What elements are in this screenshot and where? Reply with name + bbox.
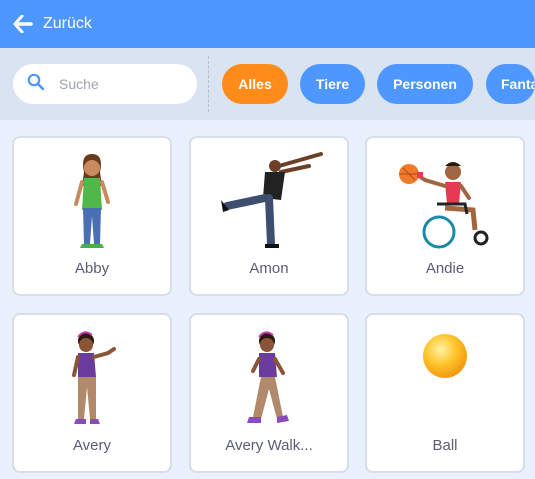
girl-sprite-icon bbox=[72, 331, 116, 424]
library-header: Zurück bbox=[0, 0, 535, 48]
tag-personen[interactable]: Personen bbox=[377, 64, 473, 104]
sprite-card-ball[interactable]: Ball bbox=[365, 313, 525, 473]
tag-alles[interactable]: Alles bbox=[222, 64, 288, 104]
sprite-card-andie[interactable]: Andie bbox=[365, 136, 525, 296]
girl-sprite-icon bbox=[74, 154, 110, 248]
dancer-sprite-icon bbox=[221, 152, 323, 248]
sprite-name: Abby bbox=[74, 260, 110, 277]
ball-sprite-icon bbox=[423, 334, 467, 378]
sprite-name: Amon bbox=[249, 260, 289, 277]
sprite-name: Andie bbox=[425, 260, 465, 277]
sprite-thumbnail bbox=[14, 146, 170, 258]
search-box[interactable] bbox=[13, 64, 197, 104]
tag-fantasie[interactable]: Fantasie bbox=[486, 64, 535, 104]
filter-divider bbox=[208, 56, 209, 112]
sprite-thumbnail bbox=[367, 323, 523, 435]
sprite-thumbnail bbox=[191, 323, 347, 435]
sprite-card-amon[interactable]: Amon bbox=[189, 136, 349, 296]
sprite-card-avery-walking[interactable]: Avery Walk... bbox=[189, 313, 349, 473]
sprite-grid: Abby Amon Andie Avery Avery Walk... Ball bbox=[0, 120, 535, 479]
sprite-thumbnail bbox=[191, 146, 347, 258]
wheelchair-player-sprite-icon bbox=[399, 162, 489, 249]
sprite-thumbnail bbox=[14, 323, 170, 435]
sprite-card-abby[interactable]: Abby bbox=[12, 136, 172, 296]
search-input[interactable] bbox=[59, 76, 179, 92]
sprite-name: Ball bbox=[432, 437, 458, 454]
sprite-name: Avery Walk... bbox=[225, 437, 313, 454]
back-button[interactable]: Zurück bbox=[13, 15, 92, 33]
tag-tiere[interactable]: Tiere bbox=[300, 64, 365, 104]
walking-girl-sprite-icon bbox=[247, 331, 289, 423]
sprite-name: Avery bbox=[72, 437, 112, 454]
back-label: Zurück bbox=[43, 15, 92, 32]
sprite-thumbnail bbox=[367, 146, 523, 258]
arrow-left-icon bbox=[13, 15, 33, 33]
sprite-card-avery[interactable]: Avery bbox=[12, 313, 172, 473]
filter-bar: Alles Tiere Personen Fantasie bbox=[0, 48, 535, 120]
search-icon bbox=[27, 73, 45, 96]
